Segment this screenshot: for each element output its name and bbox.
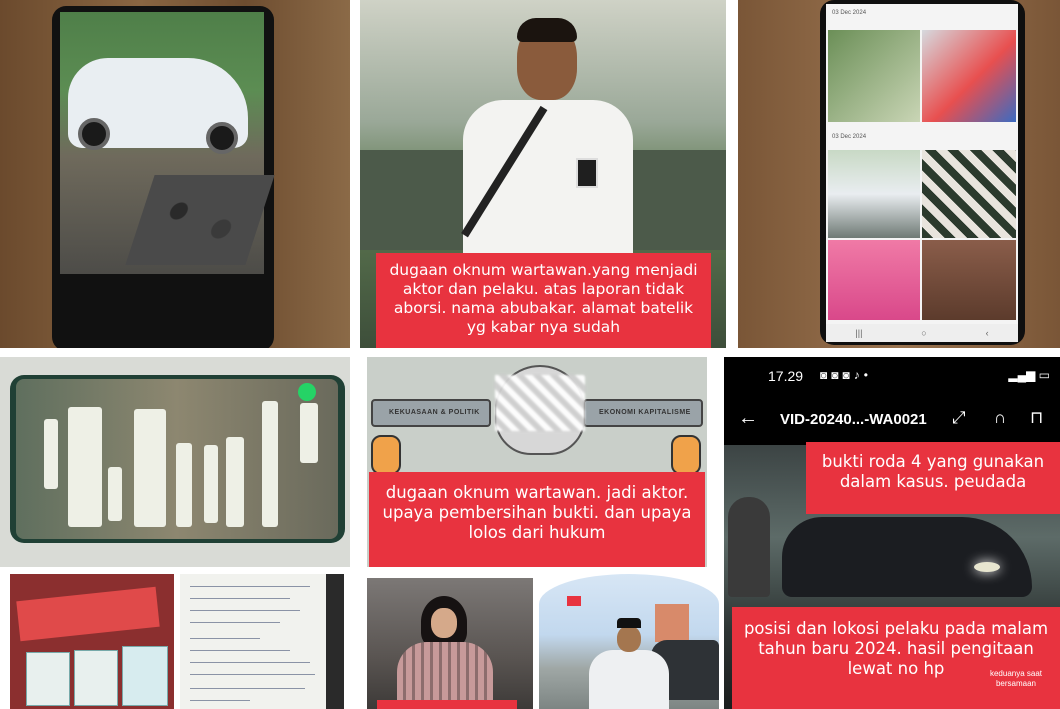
handwriting-line xyxy=(190,650,290,651)
woman-face xyxy=(431,608,457,638)
video-header: ← VID-20240...-WA0021 ⤢ ∩ ⊓ xyxy=(724,395,1060,445)
white-shirt xyxy=(589,650,669,709)
handwriting-line xyxy=(190,700,250,701)
handwriting-line xyxy=(190,586,310,587)
photo-woman-plaid xyxy=(367,578,533,709)
handwriting-line xyxy=(190,638,260,639)
chat-bubble xyxy=(68,407,102,527)
photo-phone-gallery: 03 Dec 2024 03 Dec 2024 ||| ○ ‹ xyxy=(738,0,1060,348)
expand-icon[interactable]: ⤢ xyxy=(952,408,966,428)
cartoon-hand xyxy=(371,435,401,475)
handwriting-line xyxy=(190,610,300,611)
caption-small: keduanya saat bersamaan xyxy=(976,667,1056,691)
dark-car xyxy=(782,517,1032,597)
chat-bubble xyxy=(176,443,192,527)
gallery-thumb[interactable] xyxy=(828,240,920,320)
cartoon-label-right: EKONOMI KAPITALISME xyxy=(599,409,691,416)
gallery-date: 03 Dec 2024 xyxy=(832,10,867,16)
android-navbar: ||| ○ ‹ xyxy=(826,324,1018,342)
cartoon-hand xyxy=(671,435,701,475)
caption-box-top: bukti roda 4 yang gunakan dalam kasus. p… xyxy=(806,442,1060,514)
pill-pack xyxy=(74,650,118,706)
gallery-thumb[interactable] xyxy=(828,30,920,122)
signal-battery-icon: ▂▄▆ ▭ xyxy=(1008,368,1050,382)
car-wheel xyxy=(206,122,238,154)
dark-edge xyxy=(326,574,344,709)
arrow-left-icon[interactable]: ← xyxy=(738,407,758,430)
send-icon[interactable] xyxy=(298,383,316,401)
photo-medicine xyxy=(10,574,174,709)
video-title: VID-20240...-WA0021 xyxy=(780,411,927,428)
pill-pack xyxy=(122,646,168,706)
blurred-area xyxy=(495,375,585,431)
handwriting-line xyxy=(190,662,310,663)
video-screenshot: 17.29 ◙◙◙♪• ▂▄▆ ▭ ← VID-20240...-WA0021 … xyxy=(724,357,1060,709)
gallery-date: 03 Dec 2024 xyxy=(832,134,867,140)
building xyxy=(655,604,689,642)
photo-man-white-shirt: dugaan oknum wartawan.yang menjadi aktor… xyxy=(360,0,726,348)
caption-box-bottom: posisi dan lokosi pelaku pada malam tahu… xyxy=(732,607,1060,709)
plaid-shirt xyxy=(397,642,493,709)
recents-icon[interactable]: ||| xyxy=(855,328,862,338)
home-icon[interactable]: ○ xyxy=(921,328,926,338)
gallery-thumb[interactable] xyxy=(922,150,1016,238)
photo-handwritten-note xyxy=(180,574,344,709)
chat-bubble xyxy=(134,409,166,527)
chat-bubble xyxy=(226,437,244,527)
chat-bubble xyxy=(108,467,122,521)
headphones-icon[interactable]: ∩ xyxy=(994,408,1006,428)
gallery-thumb[interactable] xyxy=(922,240,1016,320)
handwriting-line xyxy=(190,598,290,599)
chat-bubble xyxy=(300,403,318,463)
caption-box: dugaan oknum wartawan. jadi aktor. upaya… xyxy=(369,472,705,567)
unlock-icon[interactable]: ⊓ xyxy=(1030,408,1043,428)
chat-bubble xyxy=(204,445,218,523)
pill-pack xyxy=(26,652,70,706)
id-card xyxy=(576,158,598,188)
man-face xyxy=(617,626,641,652)
handwriting-line xyxy=(190,674,315,675)
gallery-thumb[interactable] xyxy=(828,150,920,238)
man-hair xyxy=(517,18,577,42)
handwriting-line xyxy=(190,688,305,689)
red-package xyxy=(16,586,160,642)
handwriting-line xyxy=(190,622,280,623)
cartoon-illustration: KEKUASAAN & POLITIK EKONOMI KAPITALISME … xyxy=(367,357,707,567)
red-flag xyxy=(567,596,581,606)
photo-man-outdoor xyxy=(539,574,719,709)
car-wheel xyxy=(78,118,110,150)
gallery-thumb[interactable] xyxy=(922,30,1016,122)
back-icon[interactable]: ‹ xyxy=(986,328,989,338)
chat-bubble xyxy=(44,419,58,489)
caption-box: dugaan oknum wartawan.yang menjadi aktor… xyxy=(376,253,711,348)
status-time: 17.29 xyxy=(768,368,804,384)
notification-icons: ◙◙◙♪• xyxy=(820,368,872,382)
person-silhouette xyxy=(728,497,770,597)
chat-bubble xyxy=(262,401,278,527)
photo-whatsapp-chat xyxy=(0,357,350,567)
red-bar xyxy=(377,700,517,709)
photo-phone-car xyxy=(0,0,350,348)
headlight xyxy=(974,562,1000,572)
black-cap xyxy=(617,618,641,628)
cartoon-label-left: KEKUASAAN & POLITIK xyxy=(389,409,480,416)
status-bar: 17.29 ◙◙◙♪• ▂▄▆ ▭ xyxy=(724,357,1060,395)
